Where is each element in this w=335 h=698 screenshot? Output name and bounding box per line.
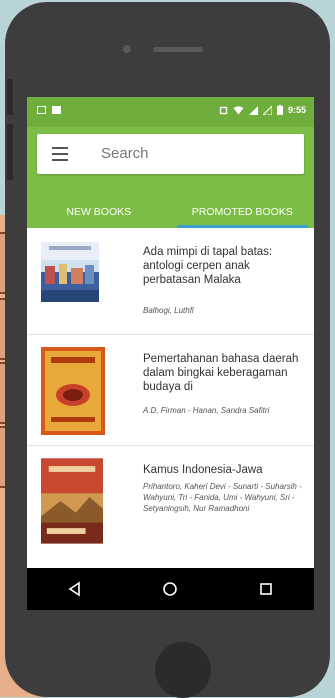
book-title: Pemertahanan bahasa daerah dalam bingkai… bbox=[143, 353, 299, 393]
book-author: A.D, Firman - Hanan, Sandra Safitri bbox=[143, 406, 270, 415]
app-bar: Search NEW BOOKS PROMOTED BOOKS bbox=[27, 127, 314, 228]
book-title: Ada mimpi di tapal batas: antologi cerpe… bbox=[143, 246, 273, 286]
list-item[interactable]: Ada mimpi di tapal batas: antologi cerpe… bbox=[27, 228, 314, 335]
tab-bar: NEW BOOKS PROMOTED BOOKS bbox=[27, 199, 314, 228]
list-item[interactable]: Kamus Indonesia-Jawa Prihantoro, Kaheri … bbox=[27, 446, 314, 552]
book-cover-image bbox=[41, 458, 103, 544]
search-bar[interactable]: Search bbox=[37, 134, 304, 174]
app-screen: 9:55 Search NEW BOOKS PROMOTED BOOKS Ada… bbox=[27, 97, 314, 610]
book-title: Kamus Indonesia-Jawa bbox=[143, 464, 263, 476]
list-item[interactable]: Pemertahanan bahasa daerah dalam bingkai… bbox=[27, 335, 314, 446]
phone-home-button[interactable] bbox=[155, 642, 211, 698]
notification-icon bbox=[52, 106, 61, 114]
camera-icon bbox=[123, 45, 131, 53]
book-list: Ada mimpi di tapal batas: antologi cerpe… bbox=[27, 228, 314, 552]
phone-side-button bbox=[7, 124, 13, 180]
system-nav-bar bbox=[27, 568, 314, 610]
book-author: Balhogi, Luthfi bbox=[143, 306, 194, 315]
recents-icon[interactable] bbox=[258, 581, 274, 597]
wifi-icon bbox=[233, 105, 244, 114]
image-notification-icon bbox=[37, 106, 46, 114]
back-icon[interactable] bbox=[67, 581, 83, 597]
tab-promoted-books[interactable]: PROMOTED BOOKS bbox=[171, 199, 315, 228]
phone-side-button bbox=[7, 79, 13, 115]
battery-icon bbox=[276, 105, 283, 115]
book-author: Prihantoro, Kaheri Devi - Sunarti - Suha… bbox=[143, 482, 302, 513]
speaker-grille bbox=[153, 47, 203, 52]
tab-new-books[interactable]: NEW BOOKS bbox=[27, 199, 171, 228]
search-input[interactable]: Search bbox=[101, 145, 149, 162]
vibrate-icon bbox=[219, 106, 228, 114]
book-cover-image bbox=[41, 242, 99, 302]
signal-icon bbox=[248, 105, 258, 115]
no-sim-icon bbox=[262, 105, 272, 115]
status-time: 9:55 bbox=[287, 105, 306, 115]
home-icon[interactable] bbox=[162, 581, 178, 597]
status-bar: 9:55 bbox=[27, 97, 314, 127]
book-cover-image bbox=[41, 347, 105, 435]
menu-icon[interactable] bbox=[52, 147, 68, 161]
